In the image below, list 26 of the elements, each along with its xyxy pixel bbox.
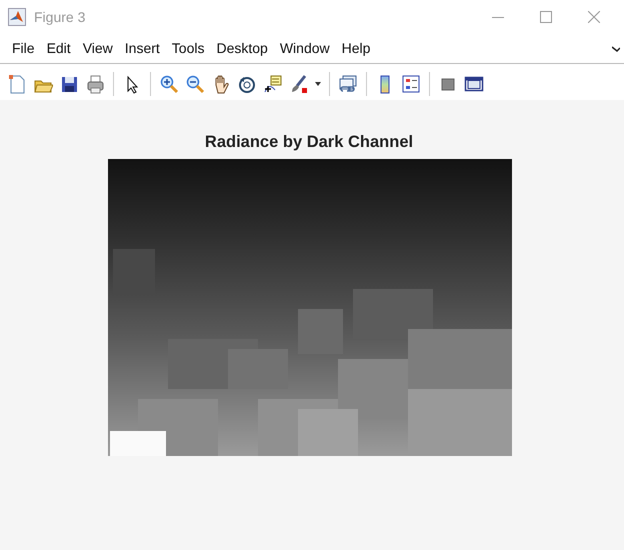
menu-item[interactable]: Insert (118, 36, 166, 61)
menu-item[interactable]: View (76, 36, 119, 61)
rotate-icon (237, 74, 257, 94)
menu-item[interactable]: Edit (40, 36, 77, 61)
minimize-icon (492, 16, 504, 18)
save-icon (59, 74, 79, 94)
menu-item[interactable]: Tools (166, 36, 210, 61)
menu-item[interactable]: File (6, 36, 41, 61)
zoom-in-icon (159, 74, 179, 94)
axes-title: Radiance by Dark Channel (204, 132, 414, 153)
brush-icon (289, 74, 309, 94)
maximize-icon (540, 11, 552, 23)
menu-item[interactable]: Window (274, 36, 336, 61)
linked-plot-icon (338, 74, 358, 94)
legend-icon (401, 74, 421, 94)
caret-icon (315, 82, 321, 86)
window-title: Figure 3 (34, 8, 86, 27)
close-icon (588, 11, 600, 23)
print-icon (85, 74, 105, 94)
menu-item[interactable]: Desktop (210, 36, 274, 61)
app-logo-icon (8, 8, 26, 26)
zoom-out-icon (185, 74, 205, 94)
new-file-icon (7, 74, 27, 94)
menu-item[interactable]: Help (336, 36, 376, 61)
show-plot-tools-icon (464, 74, 484, 94)
data-cursor-icon (263, 74, 283, 94)
